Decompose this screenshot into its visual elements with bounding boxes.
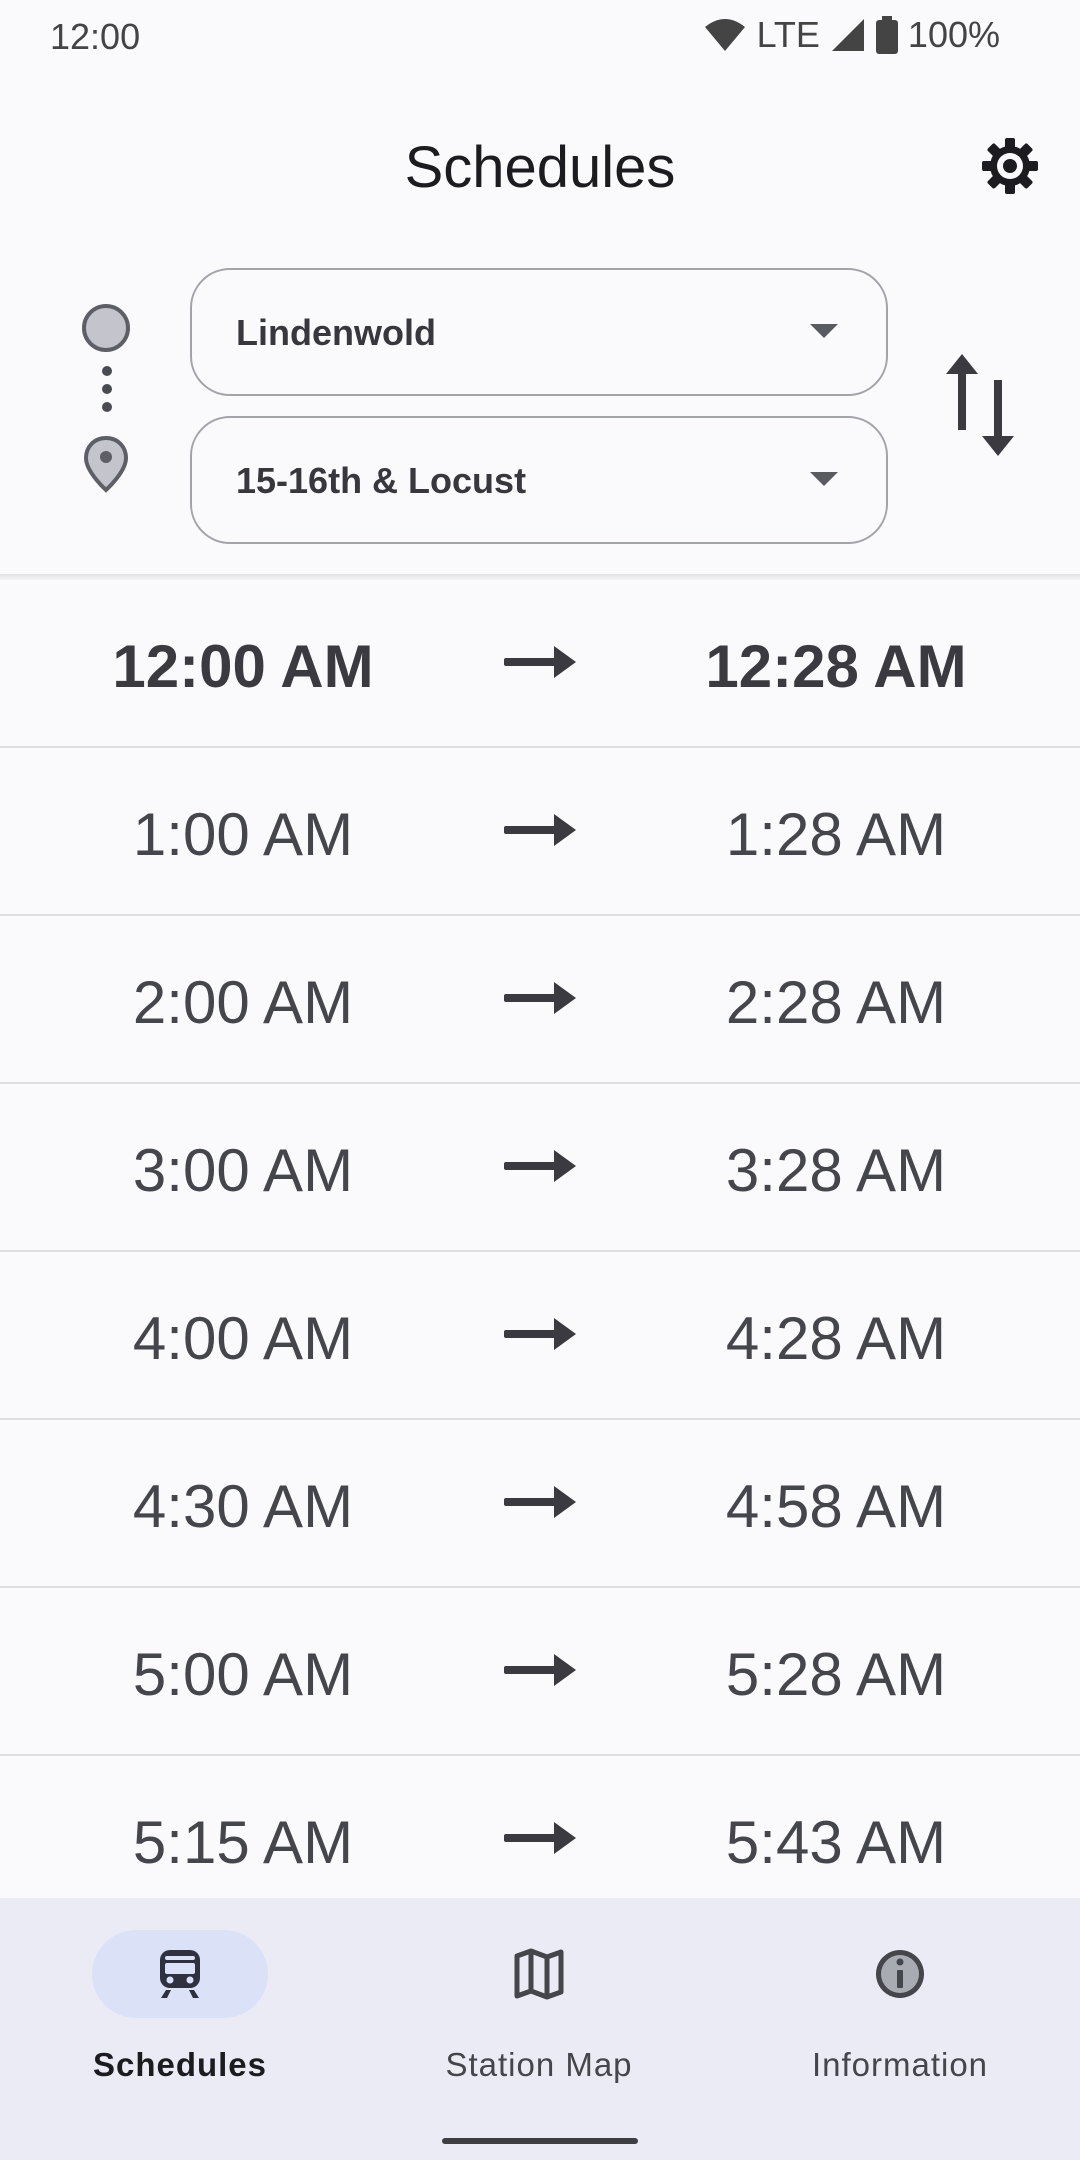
origin-station-dropdown[interactable]: Lindenwold — [190, 268, 888, 396]
trip-row[interactable]: 5:00 AM 5:28 AM — [0, 1588, 1080, 1756]
trip-row[interactable]: 12:00 AM 12:28 AM — [0, 580, 1080, 748]
arrival-time: 3:28 AM — [725, 1137, 947, 1204]
trip-row[interactable]: 1:00 AM 1:28 AM — [0, 748, 1080, 916]
top-app-bar: Schedules — [0, 100, 1080, 240]
gesture-navigation-bar[interactable] — [442, 2138, 638, 2144]
status-bar: 12:00 LTE 100% — [0, 0, 1080, 76]
status-time: 12:00 — [50, 16, 141, 57]
route-indicator — [76, 304, 142, 504]
nav-item-station-map[interactable]: Station Map — [389, 1928, 689, 2118]
arrow-right-icon — [502, 1818, 578, 1863]
arrow-right-icon — [502, 1650, 578, 1695]
arrival-time: 1:28 AM — [725, 801, 947, 868]
nav-item-information[interactable]: Information — [750, 1928, 1050, 2118]
arrival-time: 4:58 AM — [725, 1473, 947, 1540]
info-icon — [876, 1950, 924, 1998]
trip-row[interactable]: 2:00 AM 2:28 AM — [0, 916, 1080, 1084]
departure-time: 3:00 AM — [132, 1137, 354, 1204]
arrival-time: 12:28 AM — [705, 633, 967, 700]
trip-row[interactable]: 4:00 AM 4:28 AM — [0, 1252, 1080, 1420]
page-title: Schedules — [404, 135, 676, 200]
departure-time: 4:00 AM — [132, 1305, 354, 1372]
departure-time: 1:00 AM — [132, 801, 354, 868]
arrival-time: 4:28 AM — [725, 1305, 947, 1372]
arrival-time: 5:28 AM — [725, 1641, 947, 1708]
arrow-right-icon — [502, 1314, 578, 1359]
departure-time: 12:00 AM — [112, 633, 374, 700]
nav-item-schedules[interactable]: Schedules — [30, 1928, 330, 2118]
nav-label-information: Information — [811, 2046, 989, 2083]
arrow-right-icon — [502, 1482, 578, 1527]
trip-row[interactable]: 5:15 AM 5:43 AM — [0, 1756, 1080, 1898]
gear-icon — [982, 138, 1038, 194]
trip-row[interactable]: 3:00 AM 3:28 AM — [0, 1084, 1080, 1252]
station-selector: Lindenwold 15-16th & Locust — [0, 260, 1080, 575]
destination-station-value: 15-16th & Locust — [236, 460, 527, 501]
battery-level: 100% — [907, 14, 1000, 55]
route-dots-icon — [102, 366, 112, 420]
map-icon — [514, 1948, 564, 2000]
battery-icon — [875, 16, 898, 54]
status-indicators: LTE 100% — [703, 14, 1000, 56]
dropdown-arrow-icon — [810, 324, 838, 338]
schedules-screen: 12:00 LTE 100% Schedules Lindenwold 15-1… — [0, 0, 1080, 2160]
dropdown-arrow-icon — [810, 472, 838, 486]
swap-stations-button[interactable] — [942, 350, 1026, 460]
train-icon — [160, 1950, 200, 1998]
schedule-list[interactable]: 12:00 AM 12:28 AM 1:00 AM 1:28 AM 2:00 AM 2:2… — [0, 580, 1080, 1898]
arrow-right-icon — [502, 978, 578, 1023]
trip-row[interactable]: 4:30 AM 4:58 AM — [0, 1420, 1080, 1588]
bottom-navigation: Schedules Station Map Information — [0, 1898, 1080, 2160]
departure-time: 5:15 AM — [132, 1809, 354, 1876]
wifi-icon — [703, 17, 747, 53]
network-type: LTE — [756, 14, 820, 55]
swap-vertical-icon — [946, 354, 1014, 456]
departure-time: 4:30 AM — [132, 1473, 354, 1540]
departure-time: 5:00 AM — [132, 1641, 354, 1708]
arrow-right-icon — [502, 810, 578, 855]
location-pin-icon — [82, 434, 130, 499]
settings-button[interactable] — [974, 130, 1046, 202]
arrow-right-icon — [502, 1146, 578, 1191]
arrival-time: 2:28 AM — [725, 969, 947, 1036]
origin-station-value: Lindenwold — [236, 312, 436, 353]
nav-label-station-map: Station Map — [445, 2046, 633, 2083]
arrow-right-icon — [502, 642, 578, 687]
cell-signal-icon — [830, 17, 866, 53]
origin-circle-icon — [82, 304, 130, 352]
arrival-time: 5:43 AM — [725, 1809, 947, 1876]
destination-station-dropdown[interactable]: 15-16th & Locust — [190, 416, 888, 544]
nav-label-schedules: Schedules — [92, 2046, 268, 2083]
departure-time: 2:00 AM — [132, 969, 354, 1036]
